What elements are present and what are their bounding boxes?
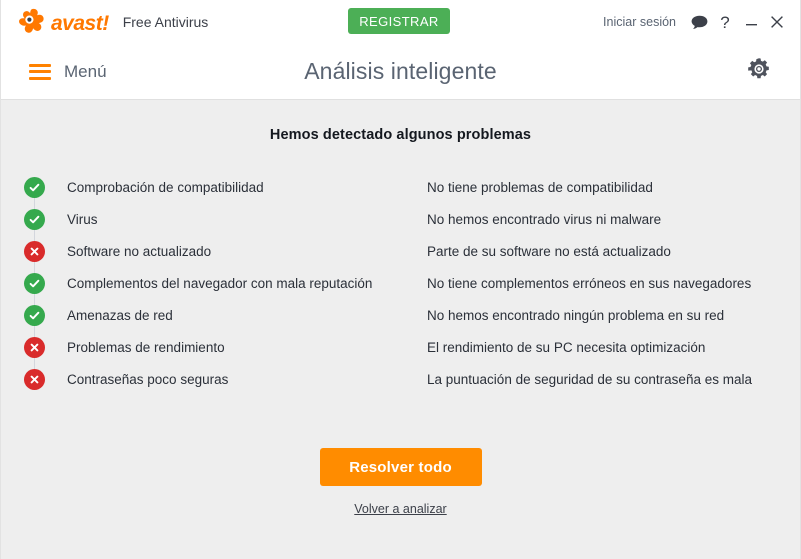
scan-result-description: Parte de su software no está actualizado	[427, 243, 671, 259]
brand: avast! Free Antivirus	[17, 8, 208, 36]
status-connector	[1, 363, 67, 395]
scan-result-label: Problemas de rendimiento	[67, 339, 225, 355]
scan-result-label: Software no actualizado	[67, 243, 212, 259]
check-circle-icon	[23, 272, 45, 294]
status-connector	[1, 267, 67, 299]
status-connector	[1, 331, 67, 363]
settings-button[interactable]	[744, 57, 774, 87]
scan-result-description: No tiene problemas de compatibilidad	[427, 179, 653, 195]
product-name: Free Antivirus	[122, 14, 209, 30]
minimize-icon[interactable]	[738, 9, 764, 35]
status-connector	[1, 171, 67, 203]
scan-result-description: El rendimiento de su PC necesita optimiz…	[427, 339, 706, 355]
page-title: Análisis inteligente	[304, 58, 497, 84]
gear-icon	[746, 56, 772, 87]
scan-result-row: Comprobación de compatibilidad No tiene p…	[1, 171, 800, 203]
scan-result-row: Amenazas de red No hemos encontrado ningú…	[1, 299, 800, 331]
scan-result-description: No hemos encontrado virus ni malware	[427, 211, 662, 227]
scan-results-list: Comprobación de compatibilidad No tiene p…	[1, 171, 800, 395]
menu-button[interactable]: Menú	[29, 62, 107, 82]
status-connector	[1, 235, 67, 267]
scan-result-row: Virus No hemos encontrado virus ni malwar…	[1, 203, 800, 235]
check-circle-icon	[23, 176, 45, 198]
status-connector	[1, 299, 67, 331]
menu-button-label: Menú	[64, 61, 107, 81]
sign-in-link[interactable]: Iniciar sesión	[603, 15, 676, 29]
actions-area: Resolver todo Volver a analizar	[1, 448, 800, 516]
resolve-all-button[interactable]: Resolver todo	[319, 448, 482, 486]
scan-result-row: Contraseñas poco seguras La puntuación de…	[1, 363, 800, 395]
check-circle-icon	[23, 208, 45, 230]
speech-bubble-icon[interactable]	[686, 9, 712, 35]
result-heading: Hemos detectado algunos problemas	[269, 127, 532, 143]
scan-results-panel: Hemos detectado algunos problemas Compro…	[1, 100, 800, 559]
scan-result-description: La puntuación de seguridad de su contras…	[427, 371, 752, 387]
avast-logo-icon	[17, 8, 49, 36]
scan-result-row: Software no actualizado Parte de su softw…	[1, 235, 800, 267]
scan-result-label: Amenazas de red	[67, 307, 173, 323]
register-button[interactable]: REGISTRAR	[348, 8, 450, 34]
scan-result-label: Contraseñas poco seguras	[67, 371, 229, 387]
check-circle-icon	[23, 304, 45, 326]
avast-wordmark: avast!	[51, 11, 109, 35]
error-circle-icon	[23, 240, 45, 262]
rescan-link[interactable]: Volver a analizar	[1, 502, 800, 516]
title-bar: avast! Free Antivirus REGISTRAR Iniciar …	[1, 0, 800, 44]
error-circle-icon	[23, 336, 45, 358]
help-icon[interactable]: ?	[712, 9, 738, 35]
scan-result-label: Comprobación de compatibilidad	[67, 179, 264, 195]
scan-result-row: Problemas de rendimiento El rendimiento d…	[1, 331, 800, 363]
error-circle-icon	[23, 368, 45, 390]
scan-result-row: Complementos del navegador con mala repu…	[1, 267, 800, 299]
scan-result-description: No hemos encontrado ningún problema en s…	[427, 307, 725, 323]
hamburger-icon	[29, 63, 51, 80]
title-bar-controls: Iniciar sesión ?	[603, 0, 790, 44]
scan-result-label: Virus	[67, 211, 98, 227]
avast-window: avast! Free Antivirus REGISTRAR Iniciar …	[0, 0, 801, 559]
scan-result-label: Complementos del navegador con mala repu…	[67, 275, 373, 291]
status-connector	[1, 203, 67, 235]
close-icon[interactable]	[764, 9, 790, 35]
app-header: Menú Análisis inteligente	[1, 44, 800, 100]
scan-result-description: No tiene complementos erróneos en sus na…	[427, 275, 752, 291]
